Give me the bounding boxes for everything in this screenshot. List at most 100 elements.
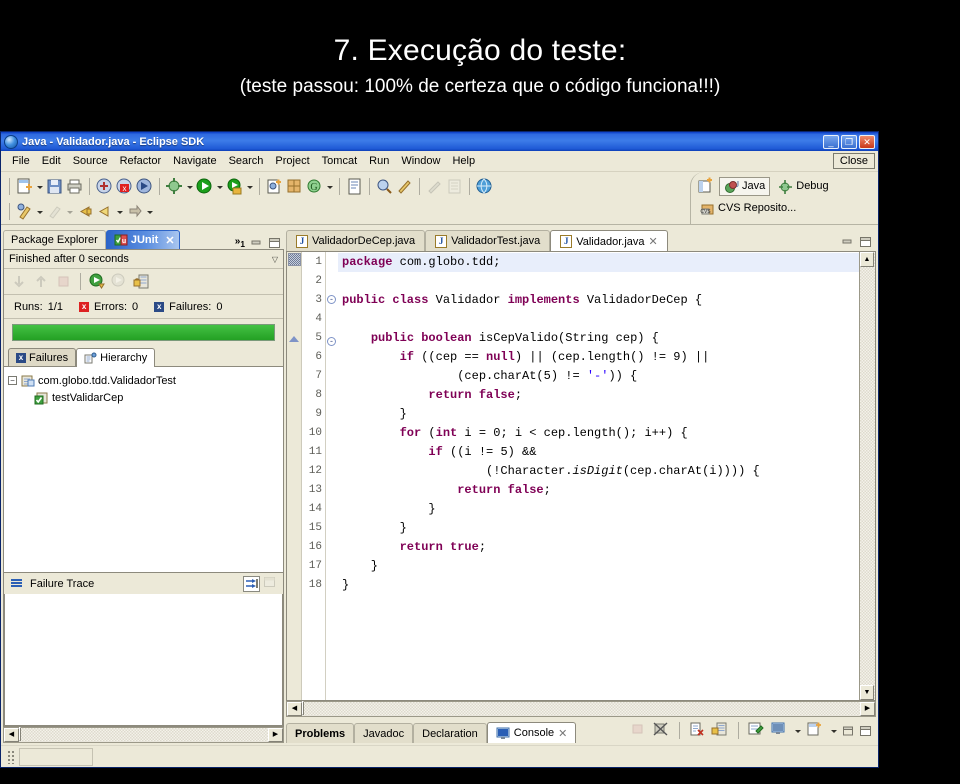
fold-toggle[interactable]: - <box>326 295 338 314</box>
code-line[interactable]: (!Character.isDigit(cep.charAt(i)))) { <box>338 462 859 481</box>
clear-console-icon[interactable] <box>688 721 707 740</box>
menu-item-project[interactable]: Project <box>269 153 315 169</box>
editor-marker-ruler[interactable] <box>287 252 302 700</box>
code-line[interactable]: public boolean isCepValido(String cep) { <box>338 329 859 348</box>
editor-source-text[interactable]: package com.globo.tdd; public class Vali… <box>338 252 859 700</box>
close-window-button[interactable]: ✕ <box>859 134 875 149</box>
forward-dropdown-arrow[interactable] <box>145 202 154 221</box>
back-icon[interactable] <box>75 202 94 221</box>
code-line[interactable]: } <box>338 519 859 538</box>
tab-javadoc[interactable]: Javadoc <box>354 723 414 743</box>
new-interface-icon[interactable]: G <box>305 177 324 196</box>
scroll-right-arrow-icon[interactable]: ▶ <box>860 702 875 716</box>
menu-item-navigate[interactable]: Navigate <box>167 153 222 169</box>
editor-tab-validador[interactable]: J Validador.java ✕ <box>550 230 668 252</box>
fold-collapse-icon[interactable]: - <box>327 295 336 304</box>
lock-scroll-icon[interactable] <box>132 272 151 291</box>
code-line[interactable]: } <box>338 576 859 595</box>
hscroll-track[interactable] <box>19 727 268 742</box>
code-editor[interactable]: 1 2 3 4 5 6 7 8 9 10 11 12 13 14 15 16 17 18 -- package c… <box>286 251 876 701</box>
code-line[interactable]: public class Validador implements Valida… <box>338 291 859 310</box>
menu-item-source[interactable]: Source <box>67 153 114 169</box>
code-line[interactable]: } <box>338 405 859 424</box>
menu-item-run[interactable]: Run <box>363 153 395 169</box>
scroll-down-arrow-icon[interactable]: ▼ <box>860 685 874 700</box>
debug-dropdown-arrow[interactable] <box>185 177 194 196</box>
editor-vscrollbar[interactable]: ▲ ▼ <box>859 252 875 700</box>
junit-run-all-icon[interactable] <box>135 177 154 196</box>
search-icon[interactable] <box>375 177 394 196</box>
remove-all-terminated-icon[interactable] <box>652 721 671 740</box>
tab-failures[interactable]: x Failures <box>8 348 77 366</box>
junit-error-icon[interactable]: x <box>115 177 134 196</box>
save-icon[interactable] <box>45 177 64 196</box>
rerun-test-icon[interactable] <box>88 272 107 291</box>
tab-junit[interactable]: u JUnit ✕ <box>105 230 180 249</box>
left-pane-hscrollbar[interactable]: ◀ ▶ <box>3 727 284 743</box>
tab-declaration[interactable]: Declaration <box>413 723 487 743</box>
editor-hscrollbar[interactable]: ◀ ▶ <box>286 701 876 717</box>
code-line[interactable] <box>338 310 859 329</box>
code-line[interactable]: return false; <box>338 481 859 500</box>
hscroll-thumb[interactable] <box>302 701 304 715</box>
open-console-icon[interactable] <box>806 721 825 740</box>
minimize-view-icon[interactable] <box>250 237 263 249</box>
print-icon[interactable] <box>65 177 84 196</box>
tab-package-explorer[interactable]: Package Explorer <box>3 230 106 249</box>
display-selected-console-icon[interactable] <box>770 721 789 740</box>
filter-stack-trace-icon[interactable] <box>243 575 260 592</box>
menu-item-edit[interactable]: Edit <box>36 153 67 169</box>
code-line[interactable]: package com.globo.tdd; <box>338 253 859 272</box>
new-class-icon[interactable] <box>265 177 284 196</box>
view-menu-trace-icon[interactable] <box>263 576 278 588</box>
tab-hierarchy[interactable]: Hierarchy <box>76 348 156 367</box>
scroll-right-arrow-icon[interactable]: ▶ <box>268 728 283 742</box>
maximize-editor-icon[interactable] <box>859 236 872 248</box>
close-icon[interactable]: ✕ <box>558 727 567 740</box>
perspective-cvs-repository[interactable]: CVS CVS Reposito... <box>696 200 800 217</box>
run-external-dropdown-arrow[interactable] <box>245 177 254 196</box>
scroll-lock-icon[interactable] <box>711 721 730 740</box>
perspective-java[interactable]: J Java <box>719 176 771 196</box>
maximize-view-icon[interactable] <box>268 237 281 249</box>
debug-icon[interactable] <box>165 177 184 196</box>
new-icon[interactable] <box>15 177 34 196</box>
globe-icon[interactable] <box>475 177 494 196</box>
perspective-debug[interactable]: Debug <box>774 178 832 195</box>
minimize-editor-icon[interactable] <box>841 236 854 248</box>
run-external-icon[interactable] <box>225 177 244 196</box>
code-line[interactable]: return true; <box>338 538 859 557</box>
code-line[interactable]: } <box>338 500 859 519</box>
menu-item-help[interactable]: Help <box>446 153 481 169</box>
new-dropdown-arrow[interactable] <box>35 177 44 196</box>
menu-item-tomcat[interactable]: Tomcat <box>316 153 363 169</box>
code-line[interactable]: return false; <box>338 386 859 405</box>
hscroll-thumb[interactable] <box>19 727 21 741</box>
run-junit-icon[interactable] <box>95 177 114 196</box>
collapse-icon[interactable]: − <box>8 376 17 385</box>
scroll-up-arrow-icon[interactable]: ▲ <box>860 252 874 267</box>
menu-item-window[interactable]: Window <box>395 153 446 169</box>
menu-item-refactor[interactable]: Refactor <box>114 153 168 169</box>
code-line[interactable]: } <box>338 557 859 576</box>
close-editor-button[interactable]: Close <box>832 153 875 169</box>
vscroll-track[interactable] <box>860 267 875 685</box>
open-perspective-icon[interactable] <box>696 177 715 196</box>
hscroll-track[interactable] <box>302 701 860 716</box>
minimize-console-icon[interactable] <box>842 725 855 737</box>
pin-console-icon[interactable] <box>747 721 766 740</box>
new-type-dropdown-arrow[interactable] <box>325 177 334 196</box>
tab-overflow-chevron-icon[interactable]: »1 <box>235 236 245 249</box>
editor-tab-validadortest[interactable]: J ValidadorTest.java <box>425 230 551 251</box>
code-line[interactable]: if ((cep == null) || (cep.length() != 9)… <box>338 348 859 367</box>
tab-problems[interactable]: Problems <box>286 723 355 743</box>
restore-button[interactable]: ❐ <box>841 134 857 149</box>
forward-back-icon[interactable] <box>95 202 114 221</box>
code-line[interactable] <box>338 272 859 291</box>
new-package-icon[interactable] <box>285 177 304 196</box>
run-icon[interactable] <box>195 177 214 196</box>
breakpoint-ruler-marker[interactable] <box>288 253 301 266</box>
code-line[interactable]: for (int i = 0; i < cep.length(); i++) { <box>338 424 859 443</box>
new-marker-icon[interactable] <box>15 202 34 221</box>
tab-console[interactable]: Console ✕ <box>486 722 577 743</box>
